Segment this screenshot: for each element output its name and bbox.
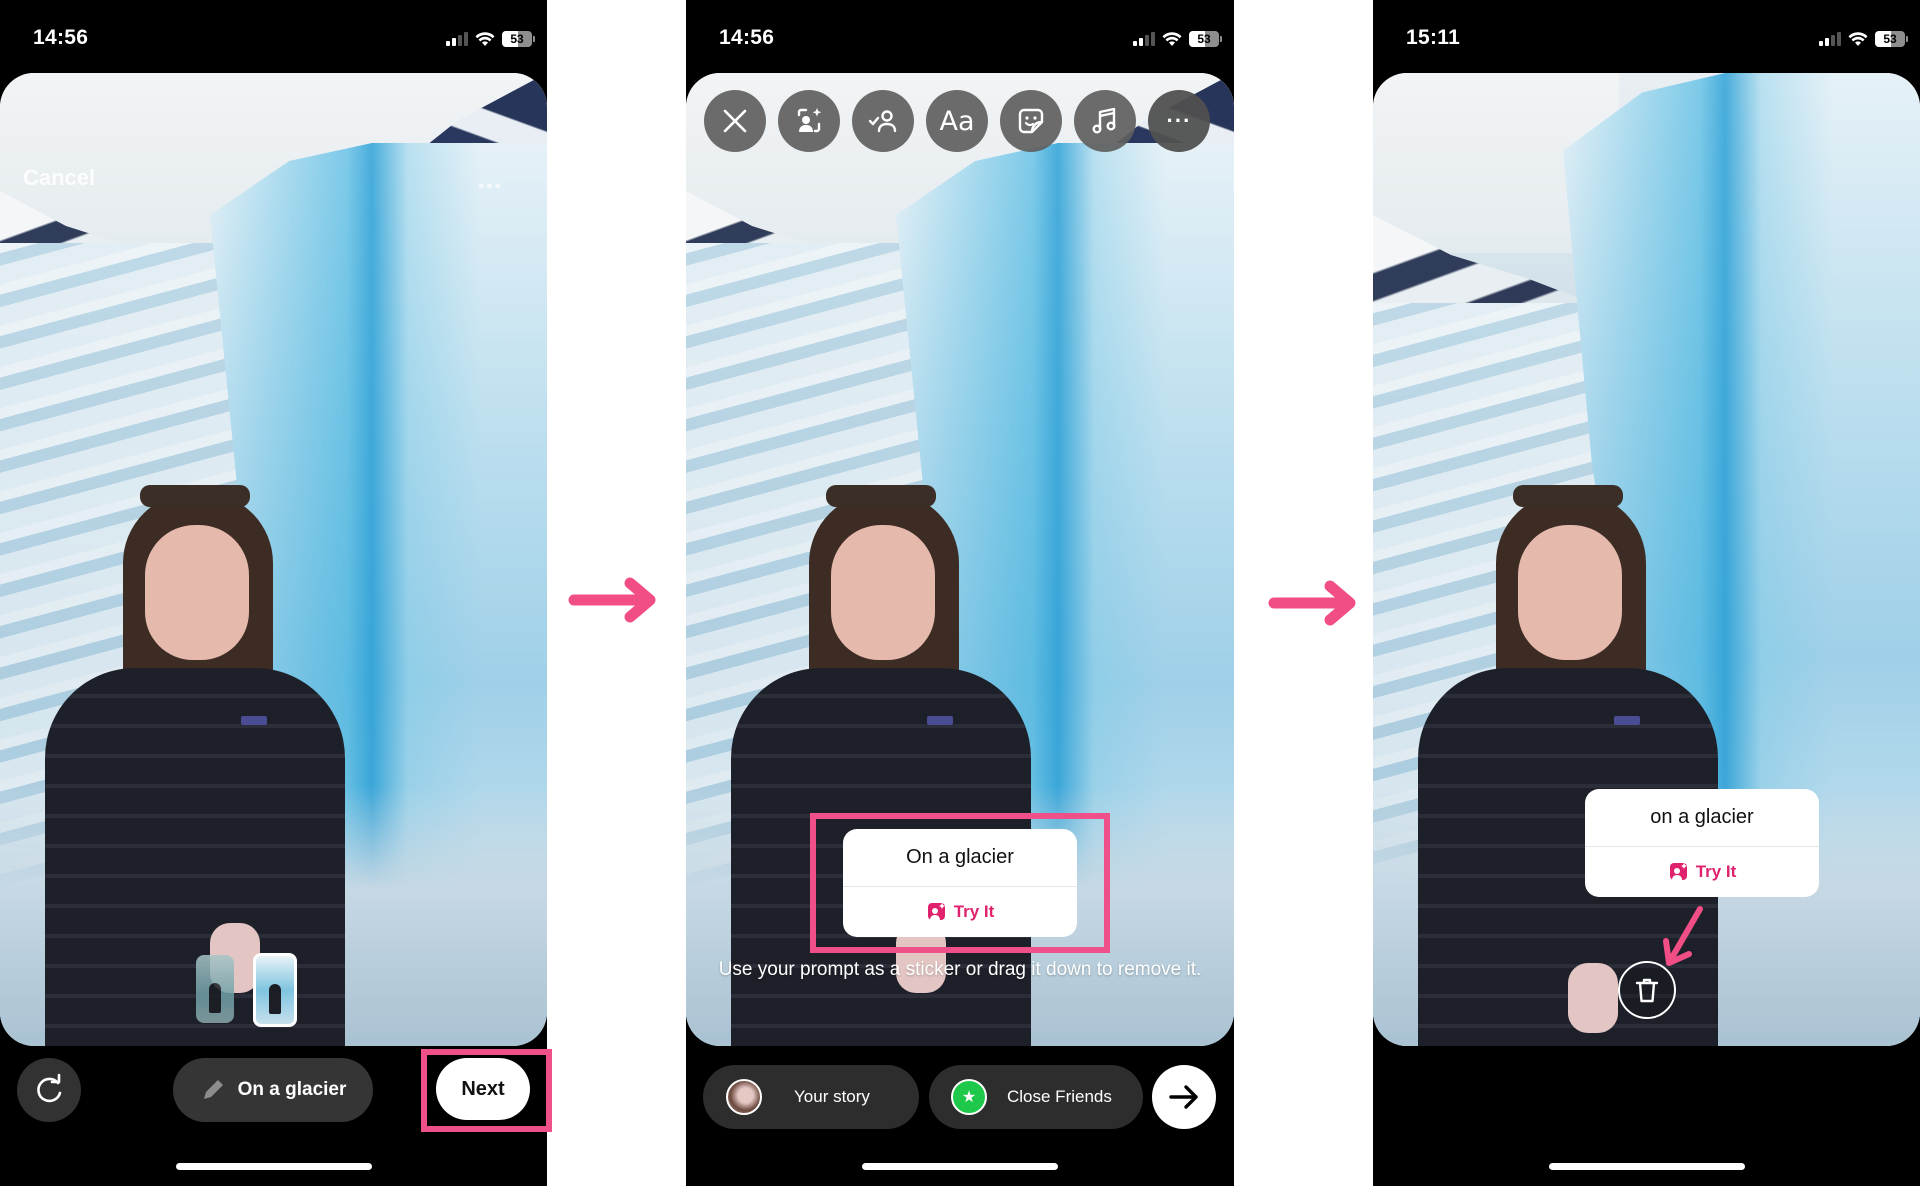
battery-indicator: 53 xyxy=(502,31,532,47)
story-toolbar: Aa ··· xyxy=(704,90,1210,152)
pencil-icon xyxy=(203,1080,223,1099)
close-icon xyxy=(723,109,747,133)
restyle-button[interactable] xyxy=(778,90,840,152)
your-story-button[interactable]: Your story xyxy=(703,1065,919,1129)
highlight-box-sticker xyxy=(810,813,1110,953)
battery-indicator: 53 xyxy=(1189,31,1219,47)
status-icons: 53 xyxy=(1133,29,1222,49)
more-button[interactable]: ··· xyxy=(1148,90,1210,152)
wifi-icon xyxy=(475,32,495,46)
flow-arrow-right-icon xyxy=(568,577,656,623)
phone-screen-1-generate: 14:56 53 Cancel ••• On a glacier Next xyxy=(0,0,547,1186)
highlight-box-next xyxy=(421,1049,552,1132)
face xyxy=(831,525,935,660)
home-indicator xyxy=(862,1163,1058,1170)
ai-restyle-icon xyxy=(1669,863,1687,880)
cancel-button[interactable]: Cancel xyxy=(23,165,95,191)
generated-photo: on a glacier Try It xyxy=(1373,73,1920,1046)
sunglasses xyxy=(140,485,250,507)
cellular-signal-icon xyxy=(446,32,468,46)
status-icons: 53 xyxy=(1819,29,1908,49)
status-time: 15:11 xyxy=(1406,26,1461,49)
mention-person-icon xyxy=(868,110,897,133)
close-button[interactable] xyxy=(704,90,766,152)
cellular-signal-icon xyxy=(1819,32,1841,46)
phone-screen-3-remove-sticker: 15:11 53 on a glacier Try It xyxy=(1373,0,1920,1186)
face xyxy=(145,525,249,660)
thumbnail-generated-photo-selected[interactable] xyxy=(253,953,297,1027)
close-friends-star-icon: ★ xyxy=(951,1079,987,1115)
ai-restyle-icon xyxy=(797,108,822,133)
try-it-button[interactable]: Try It xyxy=(1585,847,1819,897)
drag-down-arrow-icon xyxy=(1663,906,1703,966)
home-indicator xyxy=(175,1163,372,1170)
refresh-icon xyxy=(37,1073,62,1103)
send-button[interactable] xyxy=(1152,1065,1216,1129)
sticker-icon xyxy=(1018,108,1044,134)
prompt-label: On a glacier xyxy=(237,1079,347,1100)
avatar xyxy=(726,1079,762,1115)
trash-icon xyxy=(1635,978,1659,1003)
regenerate-button[interactable] xyxy=(17,1058,81,1122)
try-it-label: Try It xyxy=(1695,862,1737,881)
edit-prompt-button[interactable]: On a glacier xyxy=(173,1058,373,1122)
your-story-label: Your story xyxy=(794,1087,870,1106)
status-bar: 15:11 53 xyxy=(1373,0,1920,73)
status-bar: 14:56 53 xyxy=(686,0,1234,73)
arrow-right-icon xyxy=(1169,1085,1198,1109)
text-button[interactable]: Aa xyxy=(926,90,988,152)
cellular-signal-icon xyxy=(1133,32,1155,46)
home-indicator xyxy=(1548,1163,1745,1170)
sticker-button[interactable] xyxy=(1000,90,1062,152)
person xyxy=(45,485,345,1046)
more-horizontal-icon: ··· xyxy=(1166,108,1192,133)
sticker-title: on a glacier xyxy=(1585,789,1819,847)
status-time: 14:56 xyxy=(719,26,775,49)
jacket xyxy=(45,668,345,1046)
close-friends-button[interactable]: ★ Close Friends xyxy=(929,1065,1143,1129)
text-icon: Aa xyxy=(939,105,975,137)
wifi-icon xyxy=(1162,32,1182,46)
status-time: 14:56 xyxy=(33,26,89,49)
music-button[interactable] xyxy=(1074,90,1136,152)
phone-screen-2-edit-story: 14:56 53 Aa ··· On a glacier Try It Use … xyxy=(686,0,1234,1186)
mention-button[interactable] xyxy=(852,90,914,152)
close-friends-label: Close Friends xyxy=(1007,1087,1112,1106)
battery-indicator: 53 xyxy=(1875,31,1905,47)
sunglasses xyxy=(826,485,936,507)
thumbnail-original-photo[interactable] xyxy=(196,955,234,1023)
status-bar: 14:56 53 xyxy=(0,0,547,73)
generated-photo: Cancel ••• xyxy=(0,73,547,1046)
wifi-icon xyxy=(1848,32,1868,46)
sunglasses xyxy=(1513,485,1623,507)
music-icon xyxy=(1092,107,1116,134)
flow-arrow-right-icon xyxy=(1268,580,1356,626)
face xyxy=(1518,525,1622,660)
sticker-hint: Use your prompt as a sticker or drag it … xyxy=(718,959,1202,980)
prompt-sticker[interactable]: on a glacier Try It xyxy=(1585,789,1819,897)
more-horizontal-icon[interactable]: ••• xyxy=(478,176,503,197)
status-icons: 53 xyxy=(446,29,535,49)
